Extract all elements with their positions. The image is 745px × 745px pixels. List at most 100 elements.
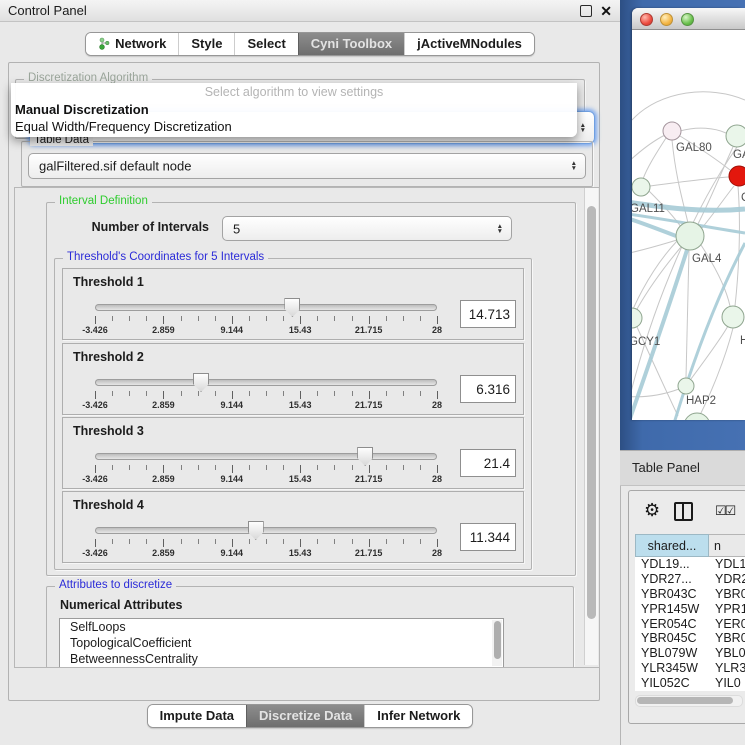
table-row[interactable]: YLR345WYLR3	[635, 661, 745, 676]
threshold-value-field-3[interactable]: 21.4	[460, 449, 516, 477]
table-cell[interactable]: YIL052C	[635, 676, 709, 691]
table-row[interactable]: YPR145WYPR1	[635, 602, 745, 617]
network-node-gal80[interactable]	[663, 122, 681, 140]
network-node-c[interactable]	[729, 166, 745, 186]
network-edge[interactable]	[680, 128, 726, 133]
attributes-list-scrollbar[interactable]	[492, 620, 502, 666]
network-edge[interactable]	[702, 186, 734, 228]
threshold-value-field-4[interactable]: 11.344	[460, 523, 516, 551]
threshold-slider-thumb-4[interactable]	[248, 521, 264, 540]
table-row[interactable]: YDR27...YDR2	[635, 572, 745, 587]
close-traffic-light-icon[interactable]	[640, 13, 653, 26]
column-header-2[interactable]: n	[709, 534, 745, 557]
table-row[interactable]: YBL079WYBL0	[635, 646, 745, 661]
network-window-titlebar[interactable]	[632, 8, 745, 30]
algorithm-option-manual-discretization[interactable]: Manual Discretization	[11, 101, 577, 118]
table-row[interactable]: YIL052CYIL0	[635, 676, 745, 691]
threshold-slider-track[interactable]	[95, 304, 437, 311]
slider-tick	[300, 539, 301, 547]
column-header-1[interactable]: shared...	[635, 534, 709, 557]
table-cell[interactable]: YPR1	[709, 602, 745, 617]
table-data-combobox[interactable]: galFiltered.sif default node ▲▼	[28, 153, 586, 179]
threshold-slider-thumb-2[interactable]	[193, 373, 209, 392]
network-edge[interactable]	[637, 247, 681, 309]
threshold-slider-track[interactable]	[95, 527, 437, 534]
tab-cyni-toolbox[interactable]: Cyni Toolbox	[298, 33, 404, 55]
settings-vertical-scrollbar[interactable]	[584, 188, 598, 665]
table-cell[interactable]: YDR27...	[635, 572, 709, 587]
threshold-label: Threshold 2	[73, 350, 144, 364]
minimize-traffic-light-icon[interactable]	[660, 13, 673, 26]
zoom-traffic-light-icon[interactable]	[681, 13, 694, 26]
network-edge[interactable]	[632, 92, 745, 120]
tab-jactivemnodules[interactable]: jActiveMNodules	[404, 33, 534, 55]
tab-infer-network[interactable]: Infer Network	[364, 705, 472, 727]
threshold-value-field-2[interactable]: 6.316	[460, 375, 516, 403]
network-node-hap2[interactable]	[678, 378, 694, 394]
table-row[interactable]: YBR043CYBR0	[635, 587, 745, 602]
table-cell[interactable]: YLR345W	[635, 661, 709, 676]
tab-style[interactable]: Style	[178, 33, 234, 55]
threshold-slider-thumb-1[interactable]	[284, 298, 300, 317]
network-node-gcy1[interactable]	[632, 308, 642, 328]
slider-tick	[334, 391, 335, 396]
slider-tick	[420, 391, 421, 396]
threshold-slider-track[interactable]	[95, 379, 437, 386]
table-cell[interactable]: YIL0	[709, 676, 745, 691]
split-view-icon[interactable]	[674, 502, 693, 521]
tab-network[interactable]: Network	[86, 33, 178, 55]
attribute-item-topologicalcoefficient[interactable]: TopologicalCoefficient	[60, 635, 503, 651]
slider-tick	[146, 316, 147, 321]
number-of-intervals-combobox[interactable]: 5 ▲▼	[222, 216, 512, 241]
table-cell[interactable]: YPR145W	[635, 602, 709, 617]
threshold-slider-track[interactable]	[95, 453, 437, 460]
network-edge[interactable]	[632, 240, 677, 255]
table-cell[interactable]: YER0	[709, 617, 745, 632]
network-edge[interactable]	[643, 138, 666, 179]
table-cell[interactable]: YBR045C	[635, 631, 709, 646]
table-cell[interactable]: YBR043C	[635, 587, 709, 602]
table-cell[interactable]: YDL1	[709, 557, 745, 572]
threshold-value-field-1[interactable]: 14.713	[460, 300, 516, 328]
network-node-ga[interactable]	[726, 125, 745, 147]
network-edge[interactable]	[632, 135, 665, 170]
table-cell[interactable]: YBR0	[709, 587, 745, 602]
float-window-icon[interactable]	[580, 5, 592, 17]
attribute-item-selfloops[interactable]: SelfLoops	[60, 619, 503, 635]
network-node-h[interactable]	[722, 306, 744, 328]
table-cell[interactable]: YDR2	[709, 572, 745, 587]
table-cell[interactable]: YLR3	[709, 661, 745, 676]
threshold-slider-thumb-3[interactable]	[357, 447, 373, 466]
close-icon[interactable]: ✕	[600, 6, 612, 16]
table-cell[interactable]: YDL19...	[635, 557, 709, 572]
slider-tick	[112, 465, 113, 470]
tab-discretize-data[interactable]: Discretize Data	[246, 705, 364, 727]
table-row[interactable]: YER054CYER0	[635, 617, 745, 632]
table-row[interactable]: YDL19...YDL1	[635, 557, 745, 572]
attribute-item-betweennesscentrality[interactable]: BetweennessCentrality	[60, 651, 503, 667]
network-node[interactable]	[684, 413, 710, 420]
network-node-gal4[interactable]	[676, 222, 704, 250]
slider-tick	[232, 391, 233, 399]
network-node-gal11[interactable]	[632, 178, 650, 196]
table-horizontal-scrollbar[interactable]	[635, 695, 743, 707]
attributes-list[interactable]: SelfLoopsTopologicalCoefficientBetweenne…	[59, 618, 504, 668]
table-cell[interactable]: YBR0	[709, 631, 745, 646]
slider-tick	[300, 465, 301, 473]
gear-icon[interactable]: ⚙	[644, 500, 660, 521]
table-row[interactable]: YBR045CYBR0	[635, 631, 745, 646]
checkbox-icon[interactable]: ☑	[725, 503, 735, 518]
slider-tick	[317, 391, 318, 396]
tab-select[interactable]: Select	[234, 33, 297, 55]
table-cell[interactable]: YER054C	[635, 617, 709, 632]
table-cell[interactable]: YBL0	[709, 646, 745, 661]
network-canvas[interactable]: GAL80GACGAL11GAL4GCY1HHAP2	[632, 30, 745, 420]
network-edge[interactable]	[735, 186, 739, 306]
slider-tick	[95, 539, 96, 547]
table-cell[interactable]: YBL079W	[635, 646, 709, 661]
tab-impute-data[interactable]: Impute Data	[148, 705, 246, 727]
checkbox-icon[interactable]: ☑	[715, 503, 725, 518]
network-edge[interactable]	[686, 250, 689, 378]
slider-tick	[249, 391, 250, 396]
algorithm-option-equal-width-frequency-discretization[interactable]: Equal Width/Frequency Discretization	[11, 118, 577, 135]
